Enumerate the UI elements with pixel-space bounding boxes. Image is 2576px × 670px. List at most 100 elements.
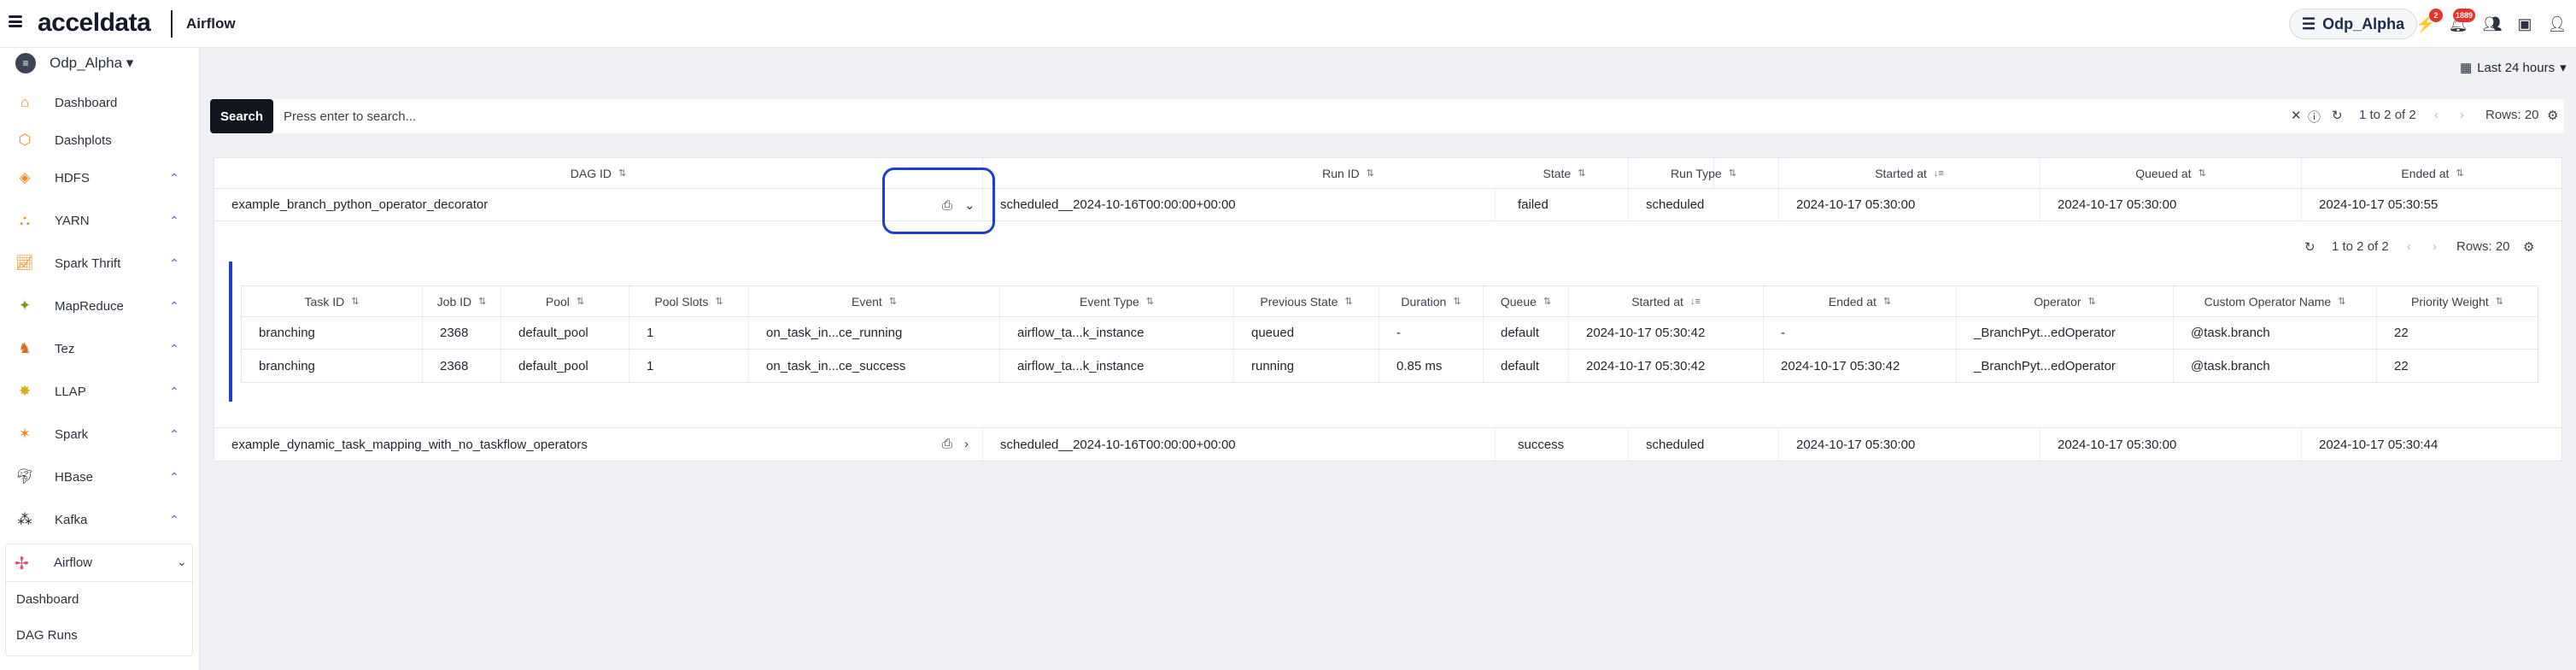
sidebar-item-label: YARN <box>55 213 90 228</box>
col-event[interactable]: Event ⇅ <box>749 286 1000 316</box>
col-ended-at[interactable]: Ended at ⇅ <box>1764 286 1957 316</box>
notification-badge: 1889 <box>2452 9 2475 22</box>
table-row[interactable]: example_branch_python_operator_decorator… <box>214 189 2561 221</box>
sidebar-item-spark-thrift[interactable]: 📈︎ Spark Thrift ⌃ <box>0 246 200 280</box>
col-task-id[interactable]: Task ID ⇅ <box>242 286 423 316</box>
sidebar-item-label: MapReduce <box>55 298 124 314</box>
col-operator[interactable]: Operator ⇅ <box>1957 286 2174 316</box>
prev-page-icon[interactable]: ‹ <box>2434 108 2438 122</box>
sidebar-item-label: Kafka <box>55 512 88 527</box>
time-range-selector[interactable]: ▦ Last 24 hours ▾ <box>2460 60 2567 76</box>
mapreduce-icon: ✦ <box>18 297 32 314</box>
sidebar-item-dashplots[interactable]: ⬡ Dashplots <box>0 123 200 157</box>
cell-operator: _BranchPyt...edOperator <box>1957 317 2174 349</box>
alerts-icon[interactable]: ⚡ 2 <box>2415 9 2443 34</box>
col-started-at[interactable]: Started at ↓≡ <box>1569 286 1764 316</box>
print-icon[interactable]: ⎙ <box>942 437 952 451</box>
settings-icon[interactable]: ⚙ <box>2547 108 2558 123</box>
sidebar-item-yarn[interactable]: ⛬ YARN ⌃ <box>0 203 200 238</box>
cluster-icon: ≡ <box>15 53 36 73</box>
refresh-icon[interactable]: ↻ <box>2304 239 2315 255</box>
bell-icon[interactable]: 🔔︎ 1889 <box>2448 9 2475 34</box>
alert-badge: 2 <box>2429 9 2443 22</box>
task-rows-per-page[interactable]: Rows: 20 <box>2456 239 2510 254</box>
search-button[interactable]: Search <box>210 99 273 133</box>
col-pool[interactable]: Pool ⇅ <box>501 286 629 316</box>
cell-duration: - <box>1379 317 1484 349</box>
app-title: Airflow <box>186 15 236 32</box>
col-dag-id[interactable]: DAG ID ⇅ <box>214 158 983 188</box>
col-priority-weight[interactable]: Priority Weight ⇅ <box>2377 286 2538 316</box>
cell-dag-id[interactable]: example_branch_python_operator_decorator <box>214 189 983 220</box>
table-row[interactable]: branching 2368 default_pool 1 on_task_in… <box>242 350 2538 382</box>
col-run-type[interactable]: Run Type ⇅ <box>1629 158 1779 188</box>
refresh-icon[interactable]: ↻ <box>2332 108 2343 123</box>
chevron-up-icon[interactable]: ⌃ <box>169 214 179 228</box>
chevron-up-icon[interactable]: ⌃ <box>169 513 179 527</box>
col-started-at[interactable]: Started at ↓≡ <box>1779 158 2040 188</box>
user-icon[interactable]: 👤︎ <box>2547 14 2567 34</box>
col-previous-state[interactable]: Previous State ⇅ <box>1234 286 1379 316</box>
sidebar-item-label: Spark Thrift <box>55 256 121 271</box>
chevron-up-icon[interactable]: ⌃ <box>169 427 179 442</box>
cell-queued-at: 2024-10-17 05:30:00 <box>2040 428 2302 461</box>
col-duration[interactable]: Duration ⇅ <box>1379 286 1484 316</box>
sidebar-item-hbase[interactable]: 🐬︎ HBase ⌃ <box>0 460 200 494</box>
chevron-up-icon[interactable]: ⌃ <box>169 385 179 399</box>
chevron-up-icon[interactable]: ⌃ <box>169 470 179 485</box>
settings-icon[interactable]: ⚙ <box>2523 239 2534 255</box>
airflow-icon: ✢ <box>15 555 29 573</box>
cell-started-at: 2024-10-17 05:30:42 <box>1569 317 1764 349</box>
hierarchy-icon: ⛬ <box>20 212 30 228</box>
next-page-icon[interactable]: › <box>2433 239 2437 254</box>
table-row[interactable]: branching 2368 default_pool 1 on_task_in… <box>242 317 2538 350</box>
col-pool-slots[interactable]: Pool Slots ⇅ <box>629 286 749 316</box>
sidebar-item-dashboard[interactable]: ⌂ Dashboard <box>0 85 200 120</box>
sidebar-item-llap[interactable]: ✸ LLAP ⌃ <box>0 374 200 408</box>
next-page-icon[interactable]: › <box>2460 108 2464 122</box>
sidebar-item-kafka[interactable]: ⁂ Kafka ⌃ <box>0 502 200 537</box>
sidebar-item-mapreduce[interactable]: ✦ MapReduce ⌃ <box>0 289 200 323</box>
sidebar-item-hdfs[interactable]: ◈ HDFS ⌃ <box>0 161 200 195</box>
cell-event: on_task_in...ce_success <box>749 350 1000 382</box>
cell-dag-id[interactable]: example_dynamic_task_mapping_with_no_tas… <box>214 428 983 461</box>
col-event-type[interactable]: Event Type ⇅ <box>1000 286 1234 316</box>
sidebar-item-airflow[interactable]: ✢ Airflow ⌄ <box>6 544 192 582</box>
search-input[interactable] <box>284 106 2163 126</box>
col-job-id[interactable]: Job ID ⇅ <box>423 286 501 316</box>
sidebar-sub-dag-runs[interactable]: DAG Runs <box>16 628 78 643</box>
table-row[interactable]: example_dynamic_task_mapping_with_no_tas… <box>214 428 2561 461</box>
chevron-up-icon[interactable]: ⌃ <box>169 171 179 185</box>
col-state[interactable]: State ⇅ <box>1501 158 1629 188</box>
chevron-right-icon[interactable]: › <box>964 437 969 451</box>
sidebar-item-tez[interactable]: ♞ Tez ⌃ <box>0 332 200 366</box>
rows-per-page[interactable]: Rows: 20 <box>2485 108 2539 122</box>
col-custom-operator-name[interactable]: Custom Operator Name ⇅ <box>2174 286 2377 316</box>
sidebar-item-spark[interactable]: ✶ Spark ⌃ <box>0 417 200 451</box>
help-icon[interactable]: ⓘ <box>2308 108 2321 126</box>
cell-pool: default_pool <box>501 317 629 349</box>
cell-queued-at: 2024-10-17 05:30:00 <box>2040 189 2302 220</box>
chevron-up-icon[interactable]: ⌃ <box>169 256 179 271</box>
cluster-selector[interactable]: ☰ Odp_Alpha <box>2289 9 2418 39</box>
users-icon[interactable]: 👥︎ <box>2482 14 2503 34</box>
col-queue[interactable]: Queue ⇅ <box>1484 286 1569 316</box>
sidebar-item-label: LLAP <box>55 384 86 399</box>
sidebar-item-label: Airflow <box>54 555 93 570</box>
clear-icon[interactable]: ✕ <box>2291 108 2302 123</box>
cell-previous-state: queued <box>1234 317 1379 349</box>
airflow-nav-group: ✢ Airflow ⌄ Dashboard DAG Runs <box>5 544 193 656</box>
chevron-up-icon[interactable]: ⌃ <box>169 342 179 356</box>
prev-page-icon[interactable]: ‹ <box>2407 239 2411 254</box>
cell-pool-slots: 1 <box>629 350 749 382</box>
sidebar-item-label: HBase <box>55 469 94 485</box>
sidebar-sub-dashboard[interactable]: Dashboard <box>16 592 79 607</box>
sidebar-cluster-selector[interactable]: ≡ Odp_Alpha ▾ <box>15 53 133 73</box>
col-ended-at[interactable]: Ended at ⇅ <box>2302 158 2563 188</box>
cell-state: success <box>1501 428 1629 461</box>
col-queued-at[interactable]: Queued at ⇅ <box>2040 158 2302 188</box>
chevron-up-icon[interactable]: ⌃ <box>169 299 179 314</box>
chevron-down-icon[interactable]: ⌄ <box>177 555 187 569</box>
menu-icon[interactable] <box>9 15 22 27</box>
briefcase-icon[interactable]: ▣ <box>2515 14 2535 34</box>
